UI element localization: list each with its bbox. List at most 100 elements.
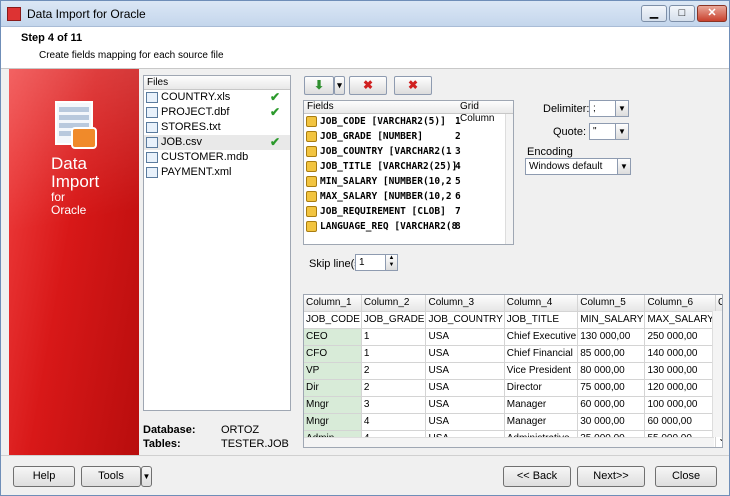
grid-cell[interactable]: 60 000,00 [644,413,716,431]
add-mapping-dropdown[interactable]: ▾ [334,76,345,95]
grid-cell[interactable]: CFO [304,345,362,363]
grid-cell[interactable]: CEO [304,328,362,346]
grid-column-header[interactable]: Column_4 [504,295,579,312]
mapping-row[interactable]: MIN_SALARY [NUMBER(10,2 5 [304,174,513,189]
grid-cell[interactable]: Administrative [504,447,577,448]
grid-cell[interactable]: 85 000,00 [577,345,646,363]
grid-cell[interactable]: 140 000,00 [644,345,716,363]
import-arrow-icon [71,127,97,149]
minimize-button[interactable]: ▁ [641,5,667,22]
grid-cell[interactable]: VP [304,362,362,380]
grid-cell[interactable]: JOB_CODE [304,311,362,329]
grid-cell[interactable]: Director [504,379,579,397]
file-item[interactable]: STORES.txt [144,120,290,135]
grid-cell[interactable]: 20 000,00 [578,447,645,448]
grid-cell[interactable]: 2 [361,379,427,397]
grid-cell[interactable]: 1 [361,345,427,363]
encoding-select[interactable]: Windows default ▼ [525,158,631,175]
next-button[interactable]: Next>> [577,466,645,487]
key-icon [306,146,317,157]
grid-cell[interactable]: 60 000,00 [577,396,646,414]
grid-column-header[interactable]: Column_1 [304,295,362,312]
grid-cell[interactable]: 1 [361,328,427,346]
file-icon [146,107,158,118]
mapping-row[interactable]: JOB_TITLE [VARCHAR2(25)] 4 [304,159,513,174]
mapping-row[interactable]: JOB_CODE [VARCHAR2(5)] 1 [304,114,513,129]
grid-column-header[interactable]: Column_2 [361,295,427,312]
grid-column-header[interactable]: Column_6 [644,295,716,312]
mapping-row[interactable]: LANGUAGE_REQ [VARCHAR2(8 8 [304,219,513,234]
grid-cell[interactable]: 75 000,00 [577,379,646,397]
grid-cell[interactable]: Mngr [304,413,362,431]
brand-text: Data Import for Oracle [51,154,100,217]
grid-cell[interactable]: '2-4 years ck [715,447,723,448]
mapping-row[interactable]: MAX_SALARY [NUMBER(10,2 6 [304,189,513,204]
grid-cell[interactable]: 130 000,00 [644,362,716,380]
grid-cell[interactable]: 250 000,00 [644,328,716,346]
grid-column-header[interactable]: Column_5 [577,295,646,312]
grid-cell[interactable]: Manager [504,413,579,431]
mapping-row[interactable]: JOB_REQUIREMENT [CLOB] 7 [304,204,513,219]
grid-cell[interactable]: USA [425,345,505,363]
grid-cell[interactable]: 30 000,00 [577,413,646,431]
delimiter-select[interactable]: ; ▼ [589,100,629,117]
grid-cell[interactable]: Admin [304,447,361,448]
grid-row: VP2USAVice President80 000,00130 000,00'… [304,362,722,380]
grid-cell[interactable]: Vice President [504,362,579,380]
skip-lines-spinner[interactable]: 1 ▲ ▼ [355,254,398,271]
grid-cell[interactable]: 130 000,00 [577,328,646,346]
grid-column-header[interactable]: Column_7 [715,295,722,312]
add-mapping-button[interactable]: ⬇ [304,76,334,95]
grid-cell[interactable]: USA [426,447,504,448]
grid-cell[interactable]: Chief Executive [504,328,579,346]
grid-cell[interactable]: 40 000,00 [645,447,716,448]
delimiter-label: Delimiter: [543,103,590,115]
mapping-row[interactable]: JOB_GRADE [NUMBER] 2 [304,129,513,144]
close-button[interactable]: Close [655,466,717,487]
grid-cell[interactable]: USA [425,413,505,431]
grid-cell[interactable]: USA [425,396,505,414]
mapping-row[interactable]: JOB_COUNTRY [VARCHAR2(1 3 [304,144,513,159]
remove-mapping-button[interactable]: ✖ [349,76,387,95]
maximize-button[interactable]: □ [669,5,695,22]
grid-cell[interactable]: 2 [361,362,427,380]
grid-cell[interactable]: JOB_TITLE [504,311,579,329]
close-window-button[interactable]: ✕ [697,5,727,22]
grid-cell[interactable]: Chief Financial [504,345,579,363]
grid-cell[interactable]: JOB_GRADE [361,311,427,329]
file-item[interactable]: CUSTOMER.mdb [144,150,290,165]
grid-cell[interactable]: MAX_SALARY [644,311,716,329]
help-button[interactable]: Help [13,466,75,487]
grid-column-header[interactable]: Column_3 [425,295,505,312]
database-info: Database: ORTOZ [143,424,259,436]
tools-dropdown-button[interactable]: ▼ [141,466,152,487]
mapping-scrollbar[interactable] [505,114,513,244]
grid-cell[interactable]: USA [425,379,505,397]
fields-mapping-list: Fields Grid Column JOB_CODE [VARCHAR2(5)… [303,100,514,245]
quote-select[interactable]: " ▼ [589,123,629,140]
file-item[interactable]: PROJECT.dbf ✔ [144,105,290,120]
grid-cell[interactable]: 3 [361,396,427,414]
key-icon [306,161,317,172]
grid-cell[interactable]: 120 000,00 [644,379,716,397]
field-name: JOB_TITLE [VARCHAR2(25)] [320,161,458,172]
back-button[interactable]: << Back [503,466,571,487]
grid-cell[interactable]: 5 [361,447,426,448]
grid-cell[interactable]: JOB_COUNTRY [425,311,505,329]
grid-cell[interactable]: Mngr [304,396,362,414]
grid-cell[interactable]: USA [425,328,505,346]
file-item[interactable]: COUNTRY.xls ✔ [144,90,290,105]
grid-cell[interactable]: 100 000,00 [644,396,716,414]
remove-all-mapping-button[interactable]: ✖ [394,76,432,95]
grid-cell[interactable]: 4 [361,413,427,431]
tools-button[interactable]: Tools [81,466,141,487]
grid-cell[interactable]: 80 000,00 [577,362,646,380]
file-item[interactable]: PAYMENT.xml [144,165,290,180]
grid-cell[interactable]: Dir [304,379,362,397]
file-item[interactable]: JOB.csv ✔ [144,135,290,150]
grid-horizontal-scrollbar[interactable] [304,437,714,447]
grid-cell[interactable]: Manager [504,396,579,414]
grid-cell[interactable]: MIN_SALARY [577,311,646,329]
grid-vertical-scrollbar[interactable] [712,311,722,437]
grid-cell[interactable]: USA [425,362,505,380]
